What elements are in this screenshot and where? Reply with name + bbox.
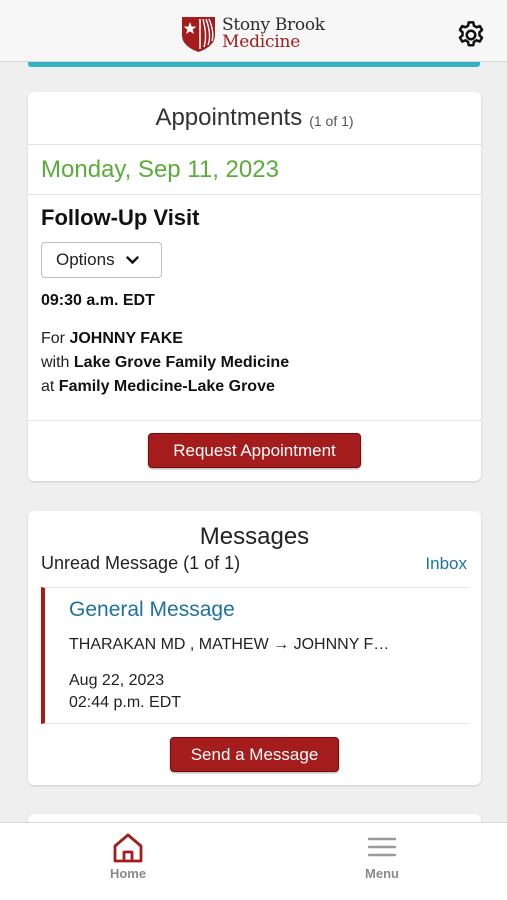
- appointment-details: For JOHNNY FAKE with Lake Grove Family M…: [41, 327, 289, 399]
- inbox-link[interactable]: Inbox: [425, 554, 467, 574]
- appointments-count: (1 of 1): [309, 113, 354, 129]
- nav-menu[interactable]: Menu: [332, 831, 432, 881]
- message-type: General Message: [69, 598, 235, 621]
- at-prefix: at: [41, 378, 55, 395]
- message-from-to: THARAKAN MD , MATHEW → JOHNNY F…: [69, 636, 390, 653]
- options-dropdown-button[interactable]: Options: [41, 242, 162, 278]
- nav-home[interactable]: Home: [78, 831, 178, 881]
- message-list-item[interactable]: General Message THARAKAN MD , MATHEW → J…: [41, 587, 468, 724]
- top-bar: Stony Brook Medicine: [0, 0, 507, 62]
- visit-type: Follow-Up Visit: [41, 205, 200, 230]
- send-message-button[interactable]: Send a Message: [170, 737, 339, 772]
- nav-menu-label: Menu: [365, 866, 399, 881]
- with-prefix: with: [41, 354, 70, 371]
- patient-name: JOHNNY FAKE: [69, 330, 183, 347]
- header-accent-bar: [28, 62, 480, 67]
- options-label: Options: [56, 250, 115, 269]
- divider: [28, 420, 481, 421]
- for-prefix: For: [41, 330, 65, 347]
- appointments-header: Appointments (1 of 1): [28, 92, 481, 145]
- unread-message-count: Unread Message (1 of 1): [41, 553, 241, 573]
- messages-title: Messages: [199, 523, 310, 550]
- stony-brook-logo[interactable]: Stony Brook Medicine: [180, 13, 325, 55]
- appointments-card: Appointments (1 of 1) Monday, Sep 11, 20…: [28, 92, 481, 481]
- chevron-down-icon: [125, 255, 139, 264]
- request-appointment-button[interactable]: Request Appointment: [148, 433, 361, 468]
- appointments-title: Appointments: [155, 104, 303, 131]
- brand-subtitle: Medicine: [222, 32, 301, 52]
- location-name: Family Medicine-Lake Grove: [58, 378, 275, 395]
- bottom-navigation: Home Menu: [0, 822, 507, 900]
- message-datetime: Aug 22, 2023 02:44 p.m. EDT: [69, 670, 181, 714]
- appointment-time: 09:30 a.m. EDT: [41, 292, 155, 309]
- nav-home-label: Home: [109, 866, 147, 881]
- messages-card: Messages Unread Message (1 of 1) Inbox G…: [28, 511, 481, 785]
- home-icon: [113, 833, 143, 863]
- appointment-date: Monday, Sep 11, 2023: [28, 145, 481, 195]
- provider-name: Lake Grove Family Medicine: [73, 354, 290, 371]
- message-date: Aug 22, 2023: [69, 672, 165, 689]
- gear-icon[interactable]: [455, 19, 487, 51]
- hamburger-menu-icon: [367, 837, 397, 857]
- message-time: 02:44 p.m. EDT: [69, 694, 182, 711]
- shield-logo-icon: [182, 17, 215, 52]
